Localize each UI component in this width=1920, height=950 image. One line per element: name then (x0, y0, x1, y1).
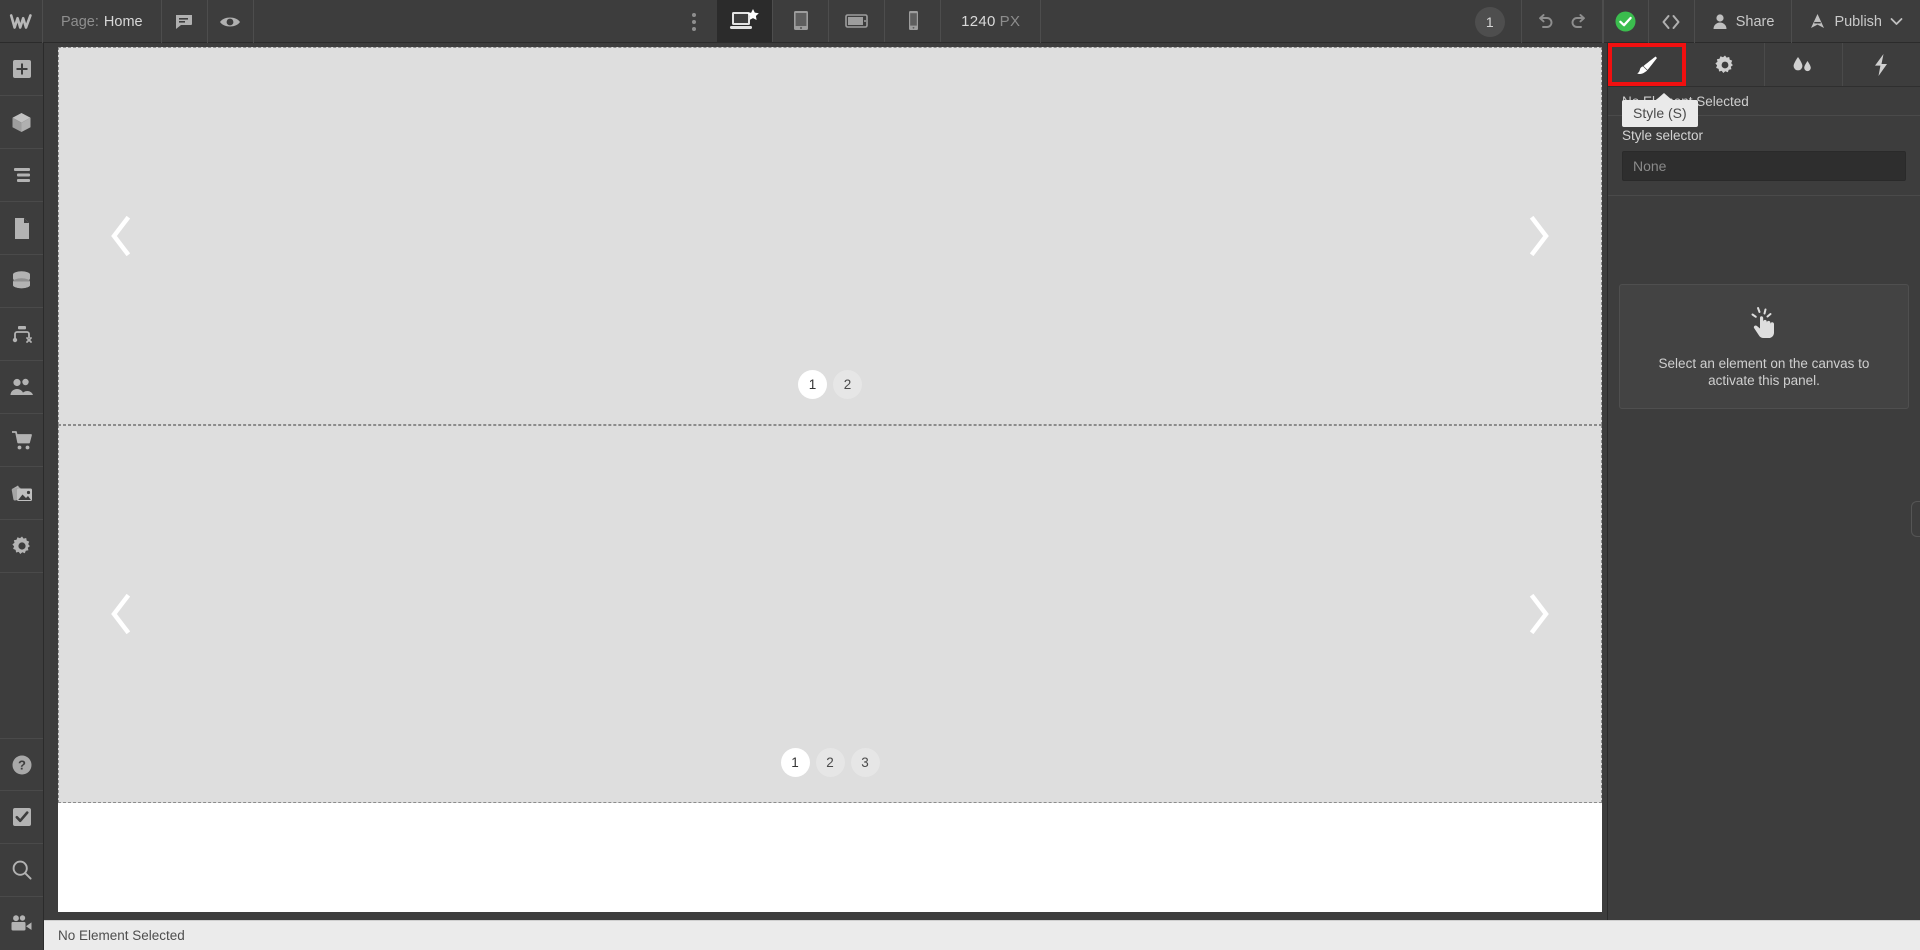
slider-dot[interactable]: 2 (833, 370, 862, 399)
vertical-dots-icon[interactable] (671, 0, 717, 43)
design-canvas-viewport[interactable]: 1 2 1 2 3 (44, 43, 1607, 920)
status-bar: No Element Selected (44, 920, 1920, 950)
rocket-icon (1809, 13, 1826, 30)
right-panel-tabs (1608, 43, 1920, 87)
webflow-designer-app: Page: Home 1240 PX 1 Share Publish ? 1 2… (0, 0, 1920, 950)
tooltip-text: Style (S) (1633, 105, 1687, 121)
top-toolbar: Page: Home 1240 PX 1 Share Publish (0, 0, 1920, 43)
toolbar-right-spacer (1041, 0, 1458, 43)
pointing-hand-icon (1746, 305, 1782, 343)
page-name: Home (103, 13, 143, 30)
style-tab-tooltip: Style (S) (1622, 93, 1698, 127)
canvas-width-indicator[interactable]: 1240 PX (941, 0, 1042, 43)
toolbar-left-spacer (254, 0, 671, 43)
slider-section-top[interactable]: 1 2 (58, 47, 1602, 425)
publish-button[interactable]: Publish (1792, 0, 1920, 43)
svg-text:?: ? (18, 757, 26, 772)
sidebar-item-assets[interactable] (0, 467, 43, 520)
style-selector-input[interactable] (1622, 151, 1906, 181)
viewport-mobile-portrait[interactable] (885, 0, 942, 42)
droplets-icon (1793, 56, 1811, 71)
sidebar-item-navigator[interactable] (0, 149, 43, 202)
sidebar-item-add-elements[interactable] (0, 43, 43, 96)
sidebar-item-ecommerce[interactable] (0, 414, 43, 467)
lightning-bolt-icon (1875, 53, 1888, 76)
paintbrush-icon (1636, 56, 1657, 74)
viewport-desktop-base[interactable] (717, 0, 774, 42)
sidebar-item-help[interactable]: ? (0, 738, 43, 791)
viewport-mobile-landscape[interactable] (829, 0, 886, 42)
page-label: Page: (61, 13, 99, 30)
tab-effects[interactable] (1843, 43, 1920, 86)
panel-resize-handle[interactable] (1911, 501, 1920, 537)
step-badge[interactable]: 1 (1459, 0, 1521, 43)
publish-label: Publish (1834, 13, 1882, 30)
panel-empty-state-text: Select an element on the canvas to activ… (1658, 355, 1870, 388)
sidebar-item-components[interactable] (0, 96, 43, 149)
step-badge-value: 1 (1474, 6, 1505, 37)
sidebar-item-search[interactable] (0, 844, 43, 897)
chevron-right-icon[interactable] (1514, 584, 1564, 644)
tab-style[interactable] (1608, 43, 1687, 86)
sidebar-item-pages[interactable] (0, 202, 43, 255)
sidebar-item-settings[interactable] (0, 520, 43, 573)
slider-dot[interactable]: 1 (780, 748, 810, 777)
canvas-width-unit: PX (999, 13, 1021, 30)
chevron-right-icon[interactable] (1514, 206, 1564, 266)
tab-settings[interactable] (1686, 43, 1765, 86)
slider-nav-bottom: 1 2 3 (58, 748, 1602, 777)
canvas-width-value: 1240 (961, 13, 996, 30)
eye-icon[interactable] (208, 0, 254, 43)
page-canvas[interactable]: 1 2 1 2 3 (58, 47, 1602, 912)
page-indicator[interactable]: Page: Home (43, 0, 162, 43)
panel-empty-state: Select an element on the canvas to activ… (1619, 284, 1909, 409)
slider-dot[interactable]: 3 (850, 748, 880, 777)
sidebar-item-audit[interactable] (0, 791, 43, 844)
status-bar-text: No Element Selected (58, 928, 185, 943)
person-icon (1712, 13, 1728, 30)
chevron-down-icon (1890, 17, 1903, 26)
left-sidebar: ? (0, 43, 44, 950)
sidebar-item-users[interactable] (0, 361, 43, 414)
redo-arrow-icon[interactable] (1562, 0, 1596, 43)
slider-nav-top: 1 2 (58, 370, 1602, 399)
slider-dot[interactable]: 2 (815, 748, 845, 777)
code-brackets-icon[interactable] (1649, 0, 1695, 43)
share-label: Share (1735, 13, 1775, 30)
sidebar-item-video-tutorials[interactable] (0, 897, 43, 950)
viewport-tablet[interactable] (773, 0, 830, 42)
webflow-logo-icon[interactable] (0, 0, 43, 43)
viewport-switcher (717, 0, 942, 42)
undo-redo-group (1520, 0, 1603, 43)
right-panel: No Element Selected Style selector Selec… (1607, 43, 1920, 950)
style-selector-section: Style selector (1608, 116, 1920, 196)
chevron-left-icon[interactable] (96, 584, 146, 644)
tab-interactions[interactable] (1765, 43, 1843, 86)
comment-bubble-icon[interactable] (162, 0, 208, 43)
check-circle-icon[interactable] (1602, 0, 1649, 43)
style-selector-label: Style selector (1622, 128, 1704, 143)
slider-dot[interactable]: 1 (798, 370, 827, 399)
sidebar-item-cms-collections[interactable] (0, 255, 43, 308)
gear-icon (1715, 55, 1733, 73)
sidebar-item-logic-flows[interactable] (0, 308, 43, 361)
canvas-empty-area[interactable] (58, 803, 1602, 912)
share-button[interactable]: Share (1695, 0, 1793, 43)
slider-section-bottom[interactable]: 1 2 3 (58, 425, 1602, 803)
chevron-left-icon[interactable] (96, 206, 146, 266)
undo-arrow-icon[interactable] (1528, 0, 1562, 43)
